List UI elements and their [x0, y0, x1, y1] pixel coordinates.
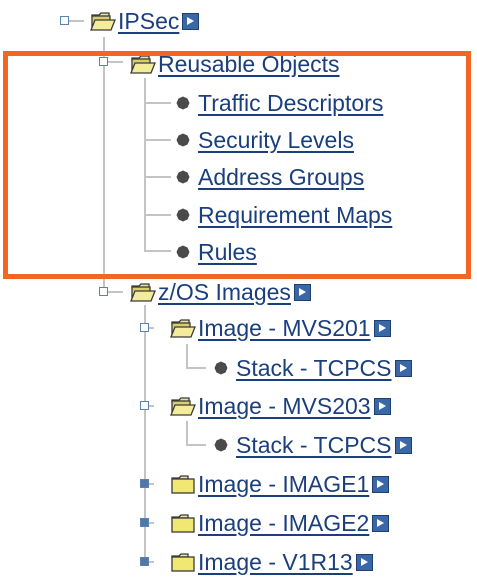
mvs201-stack-link[interactable]: Stack - TCPCS [236, 355, 392, 381]
tree-leaf-mvs203-stack[interactable]: Stack - TCPCS [210, 430, 412, 460]
mvs201-collapse-toggle[interactable] [140, 323, 149, 332]
ipsec-link[interactable]: IPSec [118, 8, 179, 34]
v1r13-expand-toggle[interactable] [140, 557, 149, 566]
tree-node-image-mvs201[interactable]: Image - MVS201 [170, 313, 391, 343]
bullet-icon [214, 438, 228, 452]
zos-images-menu-icon[interactable] [293, 283, 311, 301]
image-mvs201-link[interactable]: Image - MVS201 [198, 315, 371, 341]
mvs203-stack-menu-icon[interactable] [394, 436, 412, 454]
folder-open-icon [130, 281, 156, 303]
tree-node-image-mvs203[interactable]: Image - MVS203 [170, 391, 391, 421]
image-mvs201-menu-icon[interactable] [373, 319, 391, 337]
image-image1-menu-icon[interactable] [372, 475, 390, 493]
tree-line-mvs201-children [186, 344, 188, 368]
tree-line-mvs203-children [186, 421, 188, 445]
folder-open-icon [90, 10, 116, 32]
image-mvs203-menu-icon[interactable] [373, 397, 391, 415]
folder-closed-icon [170, 551, 196, 573]
tree-node-image-image1[interactable]: Image - IMAGE1 [170, 469, 390, 499]
ipsec-menu-icon[interactable] [182, 12, 200, 30]
tree-node-image-image2[interactable]: Image - IMAGE2 [170, 508, 390, 538]
mvs203-stack-link[interactable]: Stack - TCPCS [236, 432, 392, 458]
bullet-icon [214, 361, 228, 375]
image-v1r13-link[interactable]: Image - V1R13 [198, 549, 353, 575]
image-v1r13-menu-icon[interactable] [355, 553, 373, 571]
folder-closed-icon [170, 512, 196, 534]
tree-node-zos-images[interactable]: z/OS Images [130, 277, 311, 307]
image-image2-link[interactable]: Image - IMAGE2 [198, 510, 369, 536]
tree-branch-mvs201-stack [186, 367, 206, 369]
image2-expand-toggle[interactable] [140, 518, 149, 527]
zos-images-link[interactable]: z/OS Images [158, 279, 291, 305]
mvs203-collapse-toggle[interactable] [140, 401, 149, 410]
tree-node-ipsec[interactable]: IPSec [90, 6, 200, 36]
tree-branch-mvs203-stack [186, 444, 206, 446]
folder-closed-icon [170, 473, 196, 495]
folder-open-icon [170, 395, 196, 417]
tree-leaf-mvs201-stack[interactable]: Stack - TCPCS [210, 353, 412, 383]
image-image2-menu-icon[interactable] [372, 514, 390, 532]
zos-images-collapse-toggle[interactable] [99, 287, 108, 296]
mvs201-stack-menu-icon[interactable] [394, 359, 412, 377]
image1-expand-toggle[interactable] [140, 479, 149, 488]
image-mvs203-link[interactable]: Image - MVS203 [198, 393, 371, 419]
image-image1-link[interactable]: Image - IMAGE1 [198, 471, 369, 497]
highlight-box [3, 51, 471, 279]
folder-open-icon [170, 317, 196, 339]
ipsec-collapse-toggle[interactable] [60, 16, 69, 25]
tree-node-image-v1r13[interactable]: Image - V1R13 [170, 547, 373, 577]
